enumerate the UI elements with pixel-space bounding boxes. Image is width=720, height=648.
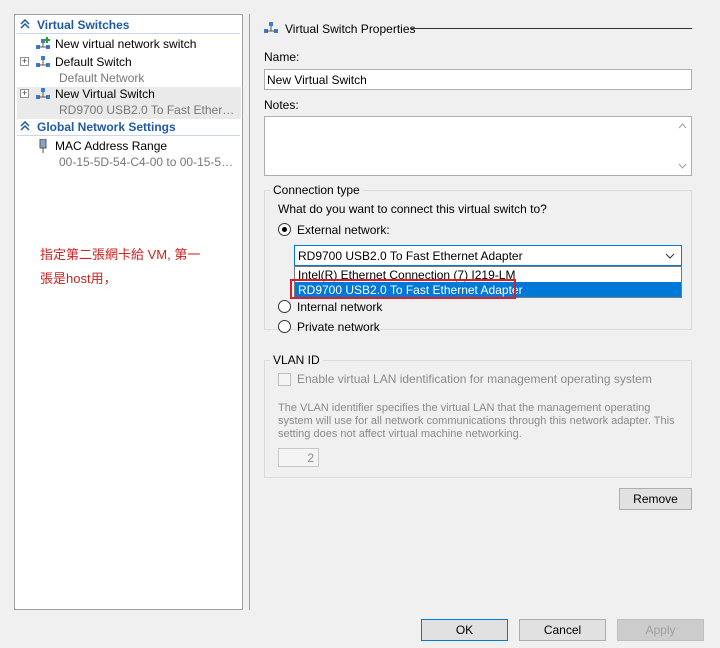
title-divider [410, 28, 692, 29]
tree-item-label: MAC Address Range [55, 139, 168, 153]
connection-question: What do you want to connect this virtual… [278, 202, 547, 216]
mac-address-icon [35, 138, 51, 153]
tree-item-mac-address-range[interactable]: MAC Address Range 00-15-5D-54-C4-00 to 0… [17, 138, 241, 171]
annotation-note: 指定第二張網卡給 VM, 第一 張是host用， [40, 243, 240, 291]
tree-item-new-switch[interactable]: New virtual network switch [17, 37, 241, 53]
expand-plus-icon[interactable]: + [20, 57, 29, 66]
tree-item-label: New virtual network switch [55, 37, 197, 51]
section-divider [17, 135, 240, 136]
adapter-select-value: RD9700 USB2.0 To Fast Ethernet Adapter [298, 249, 523, 263]
scroll-up-icon[interactable] [678, 123, 687, 129]
internal-network-label: Internal network [297, 300, 383, 314]
external-network-label: External network: [297, 223, 390, 237]
annotation-line: 指定第二張網卡給 VM, 第一 [40, 247, 201, 262]
notes-label: Notes: [264, 98, 299, 112]
tree-item-label: New Virtual Switch [55, 87, 155, 101]
vlan-id-input[interactable]: 2 [278, 448, 319, 467]
vlan-legend: VLAN ID [270, 353, 323, 367]
section-global-network-settings[interactable]: Global Network Settings [17, 119, 241, 135]
virtual-switch-tree: Virtual Switches New virtual network swi… [14, 14, 243, 610]
enable-vlan-label: Enable virtual LAN identification for ma… [297, 372, 652, 386]
private-network-label: Private network [297, 320, 380, 334]
network-switch-icon [263, 21, 279, 38]
annotation-highlight-box [290, 279, 516, 299]
vlan-description-line: system will use for all network communic… [278, 415, 675, 427]
tree-item-sublabel: RD9700 USB2.0 To Fast Ethernet ... [59, 103, 237, 117]
cancel-button[interactable]: Cancel [519, 619, 606, 641]
properties-title: Virtual Switch Properties [285, 22, 416, 36]
section-virtual-switches[interactable]: Virtual Switches [17, 17, 241, 33]
add-network-switch-icon [35, 37, 51, 51]
tree-item-label: Default Switch [55, 55, 132, 69]
connection-type-legend: Connection type [270, 183, 363, 197]
apply-button[interactable]: Apply [617, 619, 704, 641]
enable-vlan-checkbox[interactable] [278, 373, 291, 386]
private-network-radio[interactable] [278, 320, 291, 333]
tree-item-sublabel: Default Network [59, 71, 145, 85]
tree-item-default-switch[interactable]: + Default Switch Default Network [17, 55, 241, 87]
expand-plus-icon[interactable]: + [20, 89, 29, 98]
scroll-down-icon[interactable] [678, 163, 687, 169]
network-switch-icon [35, 55, 51, 69]
vlan-description-line: setting does not affect virtual machine … [278, 428, 522, 440]
tree-item-sublabel: 00-15-5D-54-C4-00 to 00-15-5D-5... [59, 155, 237, 169]
section-divider [17, 33, 240, 34]
vlan-description: The VLAN identifier specifies the virtua… [278, 402, 688, 441]
tree-item-new-virtual-switch[interactable]: + New Virtual Switch RD9700 USB2.0 To Fa… [17, 87, 241, 119]
name-input[interactable]: New Virtual Switch [264, 69, 692, 90]
properties-pane: Virtual Switch Properties Name: New Virt… [249, 14, 720, 610]
vlan-description-line: The VLAN identifier specifies the virtua… [278, 402, 651, 414]
annotation-line: 張是host用， [40, 271, 117, 286]
internal-network-radio[interactable] [278, 300, 291, 313]
section-title: Global Network Settings [37, 120, 176, 134]
notes-textarea[interactable] [264, 116, 692, 176]
section-title: Virtual Switches [37, 18, 130, 32]
external-network-radio[interactable] [278, 223, 291, 236]
remove-button[interactable]: Remove [619, 488, 692, 510]
ok-button[interactable]: OK [421, 619, 508, 641]
chevron-down-icon[interactable] [665, 253, 675, 259]
adapter-select[interactable]: RD9700 USB2.0 To Fast Ethernet Adapter [294, 245, 682, 266]
network-switch-icon [35, 87, 51, 101]
collapse-chevron-icon[interactable] [17, 120, 33, 134]
name-label: Name: [264, 50, 300, 64]
collapse-chevron-icon[interactable] [17, 18, 33, 32]
notes-scrollbar[interactable] [674, 117, 691, 175]
